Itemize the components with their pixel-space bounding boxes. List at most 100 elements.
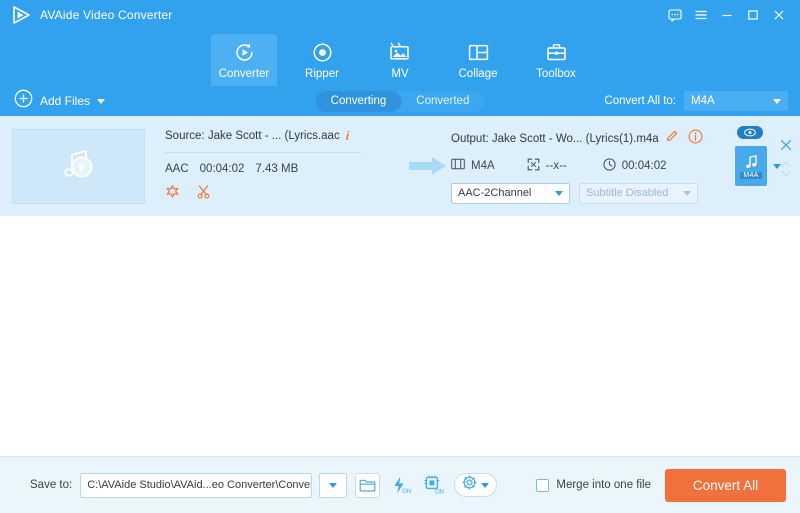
merge-label: Merge into one file bbox=[556, 479, 651, 491]
source-filesize: 7.43 MB bbox=[255, 162, 299, 175]
toolbox-briefcase-icon bbox=[545, 40, 568, 65]
collage-grid-icon bbox=[467, 40, 490, 65]
close-icon[interactable] bbox=[766, 2, 792, 28]
open-folder-icon[interactable] bbox=[355, 472, 381, 498]
output-title-row: Output: Jake Scott - Wo... (Lyrics(1).m4… bbox=[451, 129, 731, 149]
bottom-bar-right: Merge into one file Convert All bbox=[536, 468, 786, 502]
add-files-label: Add Files bbox=[40, 94, 91, 108]
pencil-edit-icon[interactable] bbox=[665, 129, 679, 148]
main-nav: Converter Ripper MV Collage Toolbox bbox=[0, 29, 800, 86]
chevron-down-icon bbox=[683, 190, 691, 196]
save-path-input[interactable]: C:\AVAide Studio\AVAid...eo Converter\Co… bbox=[80, 472, 313, 498]
minimize-icon[interactable] bbox=[714, 2, 740, 28]
output-metadata: M4A --x-- 00:04:02 bbox=[451, 157, 731, 174]
output-selects: AAC-2Channel Subtitle Disabled bbox=[451, 182, 731, 204]
convert-all-to-value: M4A bbox=[691, 95, 715, 107]
feedback-icon[interactable] bbox=[662, 2, 688, 28]
convert-all-to-label: Convert All to: bbox=[604, 95, 676, 107]
gpu-acceleration-icon[interactable]: ON bbox=[421, 473, 446, 498]
app-logo-icon bbox=[10, 4, 32, 26]
output-format: M4A bbox=[471, 159, 495, 172]
clock-icon bbox=[603, 157, 616, 174]
source-duration: 00:04:02 bbox=[199, 162, 245, 175]
output-resolution-item: --x-- bbox=[527, 158, 567, 174]
hardware-acceleration-icon[interactable]: ON bbox=[388, 473, 413, 498]
audio-profile-select[interactable]: AAC-2Channel bbox=[451, 182, 570, 204]
chevron-down-icon bbox=[773, 98, 781, 104]
menu-icon[interactable] bbox=[688, 2, 714, 28]
svg-text:ON: ON bbox=[435, 490, 444, 495]
status-filter-segmented: Converting Converted bbox=[315, 90, 485, 112]
tab-converter[interactable]: Converter bbox=[211, 34, 277, 86]
merge-checkbox[interactable] bbox=[536, 478, 550, 492]
source-column: Source: Jake Scott - ... (Lyrics.aac i A… bbox=[165, 129, 405, 204]
tab-collage[interactable]: Collage bbox=[445, 34, 511, 86]
app-window: AVAide Video Converter Converter Ripper … bbox=[0, 0, 800, 513]
film-icon bbox=[451, 158, 465, 173]
output-filename: Output: Jake Scott - Wo... (Lyrics(1).m4… bbox=[451, 132, 659, 145]
output-resolution: --x-- bbox=[545, 159, 567, 172]
output-duration: 00:04:02 bbox=[621, 159, 667, 172]
segment-converting[interactable]: Converting bbox=[315, 90, 402, 112]
source-actions bbox=[165, 184, 405, 204]
file-thumbnail[interactable] bbox=[12, 128, 145, 204]
segment-converted[interactable]: Converted bbox=[401, 91, 484, 112]
tab-collage-label: Collage bbox=[458, 68, 498, 80]
tab-converter-label: Converter bbox=[218, 68, 270, 80]
output-column: Output: Jake Scott - Wo... (Lyrics(1).m4… bbox=[451, 129, 731, 204]
tab-toolbox[interactable]: Toolbox bbox=[523, 34, 589, 86]
add-files-caret-icon[interactable] bbox=[97, 98, 106, 104]
resize-icon bbox=[527, 158, 540, 174]
preview-eye-icon[interactable] bbox=[737, 126, 763, 139]
convert-arrow bbox=[405, 156, 451, 176]
action-toolbar: Add Files Converting Converted Convert A… bbox=[0, 86, 800, 116]
add-files-button[interactable]: Add Files bbox=[14, 89, 106, 113]
source-filename: Source: Jake Scott - ... (Lyrics.aac bbox=[165, 129, 340, 142]
bottom-bar: Save to: C:\AVAide Studio\AVAid...eo Con… bbox=[0, 456, 800, 513]
mv-picture-icon bbox=[388, 40, 412, 65]
music-note-play-thumbnail-icon bbox=[53, 142, 105, 191]
source-title-row: Source: Jake Scott - ... (Lyrics.aac i bbox=[165, 129, 405, 143]
settings-gear-button[interactable] bbox=[454, 473, 498, 497]
expand-collapse-icon[interactable] bbox=[780, 159, 792, 184]
converter-icon bbox=[233, 40, 256, 65]
chevron-down-icon bbox=[481, 482, 490, 488]
settings-gear-icon bbox=[462, 475, 477, 495]
add-plus-icon bbox=[14, 89, 33, 113]
subtitle-value: Subtitle Disabled bbox=[586, 187, 669, 199]
m4a-badge-label: M4A bbox=[740, 171, 762, 179]
app-title: AVAide Video Converter bbox=[40, 7, 173, 22]
ripper-disc-icon bbox=[311, 40, 334, 65]
merge-into-one-file-option[interactable]: Merge into one file bbox=[536, 478, 651, 492]
title-bar: AVAide Video Converter bbox=[0, 0, 800, 29]
audio-profile-value: AAC-2Channel bbox=[458, 187, 532, 199]
output-format-item: M4A bbox=[451, 158, 495, 173]
source-metadata: AAC 00:04:02 7.43 MB bbox=[165, 163, 405, 175]
output-file-type: M4A bbox=[735, 126, 781, 186]
chevron-down-icon bbox=[329, 482, 338, 488]
file-list: Source: Jake Scott - ... (Lyrics.aac i A… bbox=[0, 116, 800, 456]
source-info-icon[interactable]: i bbox=[346, 129, 349, 143]
tab-mv[interactable]: MV bbox=[367, 34, 433, 86]
save-to-label: Save to: bbox=[30, 479, 73, 491]
maximize-icon[interactable] bbox=[740, 2, 766, 28]
convert-all-to-select[interactable]: M4A bbox=[684, 91, 788, 111]
tab-ripper-label: Ripper bbox=[305, 68, 339, 80]
output-info-icon[interactable] bbox=[688, 129, 703, 149]
file-row-controls bbox=[780, 138, 792, 184]
convert-all-to-group: Convert All to: M4A bbox=[604, 91, 788, 111]
tab-toolbox-label: Toolbox bbox=[536, 68, 576, 80]
file-row[interactable]: Source: Jake Scott - ... (Lyrics.aac i A… bbox=[0, 116, 800, 216]
subtitle-select[interactable]: Subtitle Disabled bbox=[579, 182, 698, 204]
m4a-file-icon[interactable]: M4A bbox=[735, 146, 767, 186]
save-path-dropdown[interactable] bbox=[319, 472, 348, 498]
svg-text:ON: ON bbox=[402, 489, 411, 495]
output-duration-item: 00:04:02 bbox=[603, 157, 667, 174]
source-divider bbox=[165, 151, 361, 153]
cut-scissors-icon[interactable] bbox=[196, 184, 211, 204]
source-format: AAC bbox=[165, 162, 189, 175]
remove-file-icon[interactable] bbox=[780, 138, 792, 156]
convert-all-button[interactable]: Convert All bbox=[665, 468, 786, 502]
tab-ripper[interactable]: Ripper bbox=[289, 34, 355, 86]
edit-wand-icon[interactable] bbox=[165, 184, 180, 204]
